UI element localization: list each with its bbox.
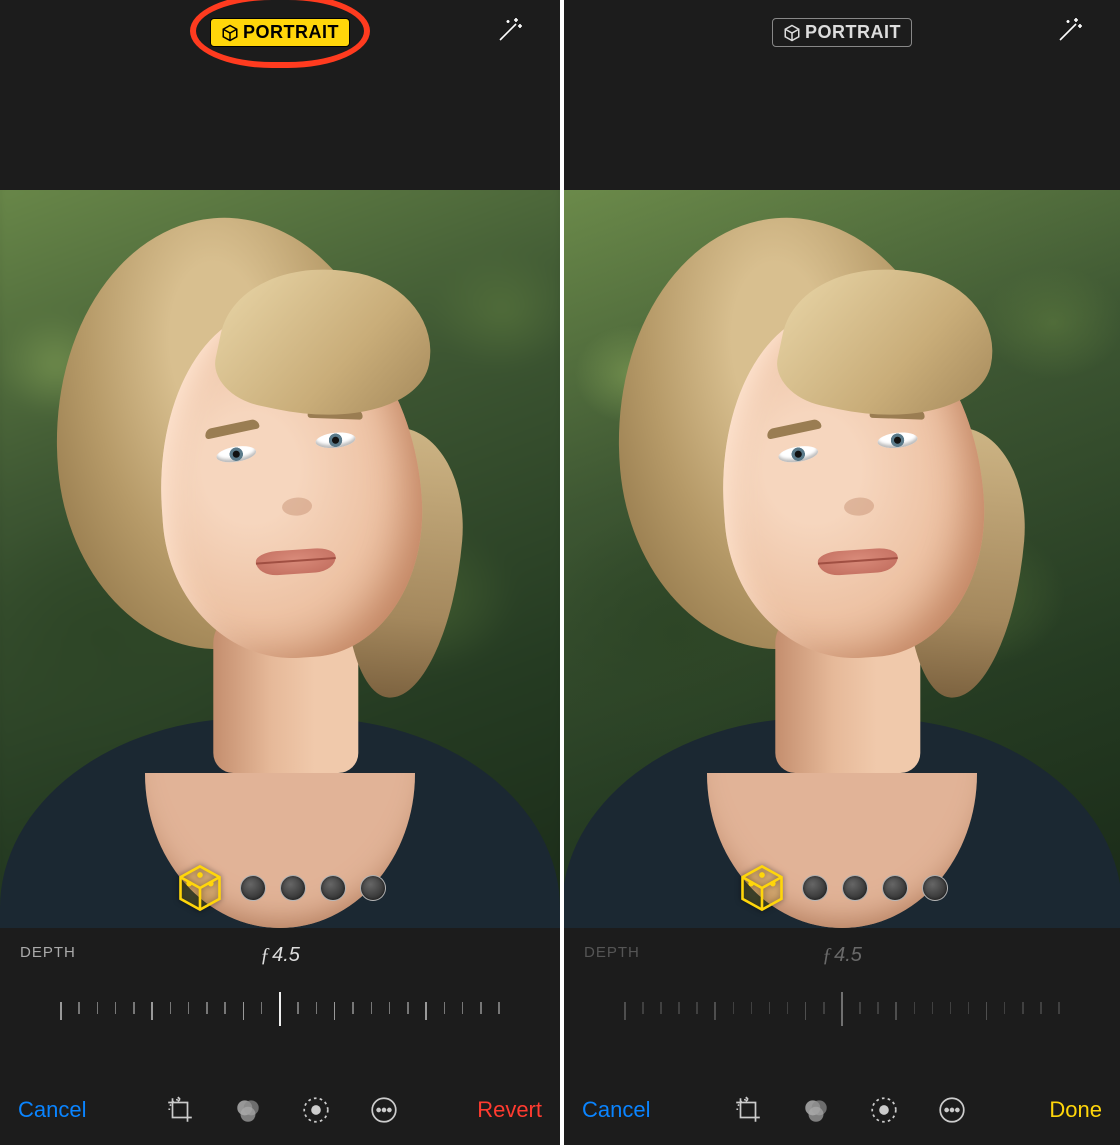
lighting-option-dot[interactable] (320, 875, 346, 901)
lighting-option-dot[interactable] (802, 875, 828, 901)
depth-label: DEPTH (20, 944, 76, 961)
slider-needle[interactable] (841, 992, 843, 1026)
cube-icon (221, 24, 239, 42)
adjust-icon[interactable] (301, 1095, 331, 1125)
portrait-mode-badge[interactable]: PORTRAIT (210, 18, 350, 47)
depth-control: DEPTH ƒ4.5 (0, 928, 560, 1058)
lighting-option-dot[interactable] (360, 875, 386, 901)
photo-preview[interactable] (564, 190, 1120, 928)
photo-subject-person (564, 190, 1120, 928)
filters-icon[interactable] (801, 1095, 831, 1125)
depth-value: ƒ4.5 (822, 944, 862, 967)
depth-slider[interactable] (584, 986, 1100, 1036)
lighting-option-dot[interactable] (922, 875, 948, 901)
lighting-option-dot[interactable] (842, 875, 868, 901)
magic-wand-icon[interactable] (1054, 14, 1086, 46)
crop-rotate-icon[interactable] (165, 1095, 195, 1125)
depth-label: DEPTH (584, 944, 640, 961)
revert-button[interactable]: Revert (477, 1097, 542, 1123)
magic-wand-icon[interactable] (494, 14, 526, 46)
more-icon[interactable] (369, 1095, 399, 1125)
done-button[interactable]: Done (1049, 1097, 1102, 1123)
lighting-natural-selected-icon[interactable] (174, 862, 226, 914)
portrait-mode-badge[interactable]: PORTRAIT (772, 18, 912, 47)
depth-control: DEPTH ƒ4.5 (564, 928, 1120, 1058)
filters-icon[interactable] (233, 1095, 263, 1125)
cube-icon (783, 24, 801, 42)
editor-pane-right: PORTRAIT (560, 0, 1120, 1145)
portrait-badge-label: PORTRAIT (243, 22, 339, 43)
top-bar: PORTRAIT (564, 0, 1120, 190)
slider-needle[interactable] (279, 992, 281, 1026)
portrait-badge-label: PORTRAIT (805, 22, 901, 43)
editor-pane-left: PORTRAIT (0, 0, 560, 1145)
crop-rotate-icon[interactable] (733, 1095, 763, 1125)
top-bar: PORTRAIT (0, 0, 560, 190)
photo-subject-person (0, 190, 560, 928)
lighting-option-dot[interactable] (240, 875, 266, 901)
cancel-button[interactable]: Cancel (18, 1097, 86, 1123)
bottom-toolbar: Cancel Done (564, 1075, 1120, 1145)
lighting-natural-selected-icon[interactable] (736, 862, 788, 914)
depth-value: ƒ4.5 (260, 944, 300, 967)
more-icon[interactable] (937, 1095, 967, 1125)
portrait-lighting-picker[interactable] (0, 860, 560, 916)
bottom-toolbar: Cancel Revert (0, 1075, 560, 1145)
lighting-option-dot[interactable] (882, 875, 908, 901)
portrait-lighting-picker[interactable] (564, 860, 1120, 916)
adjust-icon[interactable] (869, 1095, 899, 1125)
depth-slider[interactable] (20, 986, 540, 1036)
photo-preview[interactable] (0, 190, 560, 928)
lighting-option-dot[interactable] (280, 875, 306, 901)
cancel-button[interactable]: Cancel (582, 1097, 650, 1123)
